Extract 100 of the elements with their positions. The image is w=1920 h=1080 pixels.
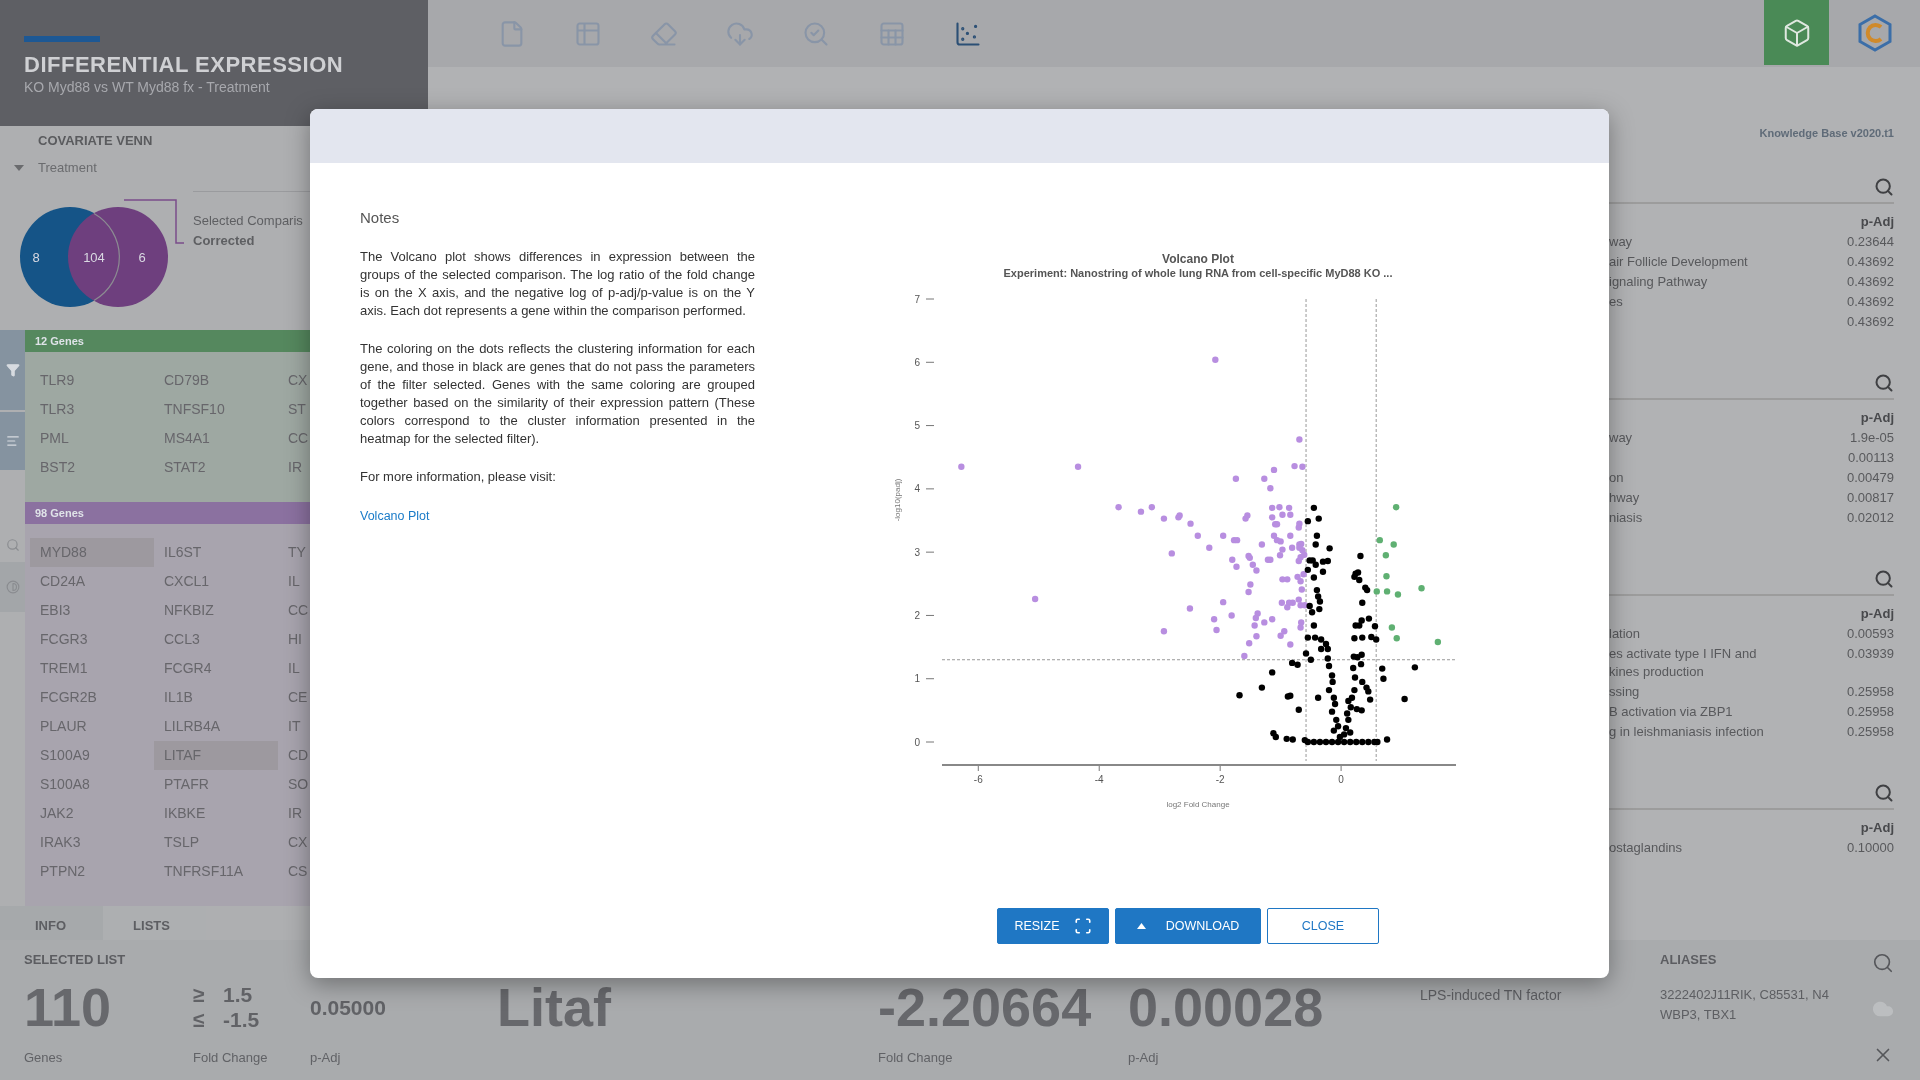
gene-item[interactable]: TNFRSF11A <box>154 857 278 886</box>
search-button[interactable] <box>1874 177 1894 197</box>
search-icon <box>1874 373 1894 393</box>
caret-up-icon <box>1136 923 1146 929</box>
gene-item[interactable]: TY <box>278 538 310 567</box>
gene-item[interactable]: CD79B <box>154 366 278 395</box>
gene-item[interactable]: TSLP <box>154 828 278 857</box>
filter-icon <box>5 363 20 377</box>
gene-group-header: 12 Genes <box>25 330 310 352</box>
search-button[interactable] <box>1872 952 1894 974</box>
summary-label: Fold Change <box>193 1050 268 1066</box>
y-axis-label: -log10(padj) <box>893 478 902 522</box>
gene-item[interactable]: CC <box>278 596 310 625</box>
pathway-name: ssing <box>1609 683 1640 701</box>
x-axis-label: log2 Fold Change <box>1166 800 1230 809</box>
cube-button[interactable] <box>1764 0 1829 65</box>
y-tick-label: 6 <box>914 356 921 368</box>
gene-item[interactable]: IR <box>278 799 310 828</box>
gene-item[interactable]: FCGR4 <box>154 654 278 683</box>
x-tick-label: -2 <box>1215 774 1226 785</box>
summary-label: p-Adj <box>1128 1050 1159 1066</box>
gene-item[interactable]: FCGR2B <box>30 683 154 712</box>
p-adj-value: 0.25958 <box>1847 683 1894 701</box>
search-button[interactable] <box>1874 373 1894 393</box>
gene-item[interactable]: ST <box>278 395 310 424</box>
gene-item[interactable]: S100A8 <box>30 770 154 799</box>
contrast-button[interactable] <box>0 562 25 612</box>
search-icon <box>802 19 830 48</box>
pathway-name: way <box>1609 233 1633 251</box>
venn-count: 8 <box>32 250 40 265</box>
gene-item[interactable]: CXCL1 <box>154 567 278 596</box>
gene-item[interactable]: LILRB4A <box>154 712 278 741</box>
p-adj-value: 0.10000 <box>1847 839 1894 857</box>
gene-item[interactable]: TNFSF10 <box>154 395 278 424</box>
gene-item[interactable]: FCGR3 <box>30 625 154 654</box>
y-tick: 5 <box>914 420 935 432</box>
search-button[interactable] <box>1874 569 1894 589</box>
page-subtitle: KO Myd88 vs WT Myd88 fx - Treatment <box>24 78 271 96</box>
gene-item[interactable]: S100A9 <box>30 741 154 770</box>
gene-item[interactable]: IL1B <box>154 683 278 712</box>
covariate-dropdown[interactable]: Treatment <box>14 160 97 176</box>
gene-item[interactable]: TLR3 <box>30 395 154 424</box>
p-adj-value: 0.23644 <box>1847 233 1894 251</box>
gene-item[interactable]: JAK2 <box>30 799 154 828</box>
p-adj-value: 0.00817 <box>1847 489 1894 507</box>
search-icon <box>1874 783 1894 803</box>
x-tick: -6 <box>973 765 983 785</box>
gene-item[interactable]: IR <box>278 453 310 482</box>
search-button[interactable] <box>1874 783 1894 803</box>
gene-item[interactable]: PTAFR <box>154 770 278 799</box>
gene-item[interactable]: IL <box>278 654 310 683</box>
gene-item[interactable]: CD24A <box>30 567 154 596</box>
gene-item[interactable]: PTPN2 <box>30 857 154 886</box>
notes-paragraph: The coloring on the dots reflects the clustering information for each gene, and those in black are genes that do not pass the parameters of the filter selected. Genes with the same coloring are grouped together based on the similarity of their expression pattern (These colors correspond to the cluster information presented in the heatmap for the selected filter). <box>360 340 755 448</box>
sort-button[interactable] <box>0 412 25 470</box>
y-tick: 4 <box>914 483 935 495</box>
gene-item[interactable]: PML <box>30 424 154 453</box>
version-label: Knowledge Base v2020.t1 <box>1759 126 1894 141</box>
resize-button[interactable]: RESIZE <box>997 908 1109 944</box>
column-header: p-Adj <box>1860 605 1894 623</box>
gene-item[interactable]: STAT2 <box>154 453 278 482</box>
y-tick-label: 5 <box>914 420 921 432</box>
gene-item[interactable]: CX <box>278 366 310 395</box>
volcano-plot-link[interactable]: Volcano Plot <box>360 507 430 525</box>
pathway-name: niasis <box>1609 509 1643 527</box>
gene-item[interactable]: CC <box>278 424 310 453</box>
filter-button[interactable] <box>0 330 25 410</box>
gene-item[interactable]: HI <box>278 625 310 654</box>
gene-item[interactable]: CX <box>278 828 310 857</box>
y-tick: 2 <box>914 609 935 621</box>
gene-item[interactable]: CCL3 <box>154 625 278 654</box>
notes-paragraph: For more information, please visit: <box>360 468 556 486</box>
gene-item[interactable]: PLAUR <box>30 712 154 741</box>
gene-item[interactable]: IL6ST <box>154 538 278 567</box>
p-adj-value: 0.25958 <box>1847 703 1894 721</box>
gene-item[interactable]: IKBKE <box>154 799 278 828</box>
gene-item[interactable]: CE <box>278 683 310 712</box>
gene-item[interactable]: TREM1 <box>30 654 154 683</box>
pathway-name: ignaling Pathway <box>1609 273 1708 291</box>
gene-item[interactable]: EBI3 <box>30 596 154 625</box>
gene-item[interactable]: CD <box>278 741 310 770</box>
download-button[interactable]: DOWNLOAD <box>1115 908 1261 944</box>
p-adj-value: 0.00113 <box>1847 449 1894 467</box>
fold-change-value: -2.20664 <box>878 979 1092 1035</box>
gene-item[interactable]: IT <box>278 712 310 741</box>
y-tick: 0 <box>914 736 935 748</box>
gene-item[interactable]: IRAK3 <box>30 828 154 857</box>
notes-title: Notes <box>360 209 400 227</box>
gene-item[interactable]: IL <box>278 567 310 596</box>
column-header: p-Adj <box>1860 213 1894 231</box>
gene-item[interactable]: BST2 <box>30 453 154 482</box>
gene-item[interactable]: TLR9 <box>30 366 154 395</box>
gene-item[interactable]: SO <box>278 770 310 799</box>
venn-count: 6 <box>138 250 146 265</box>
p-adj-value: 0.43692 <box>1847 313 1894 331</box>
gene-item[interactable]: MS4A1 <box>154 424 278 453</box>
gene-item[interactable]: NFKBIZ <box>154 596 278 625</box>
close-button[interactable]: CLOSE <box>1267 908 1379 944</box>
gene-item[interactable]: CS <box>278 857 310 886</box>
venn-caption: Corrected <box>193 233 255 249</box>
